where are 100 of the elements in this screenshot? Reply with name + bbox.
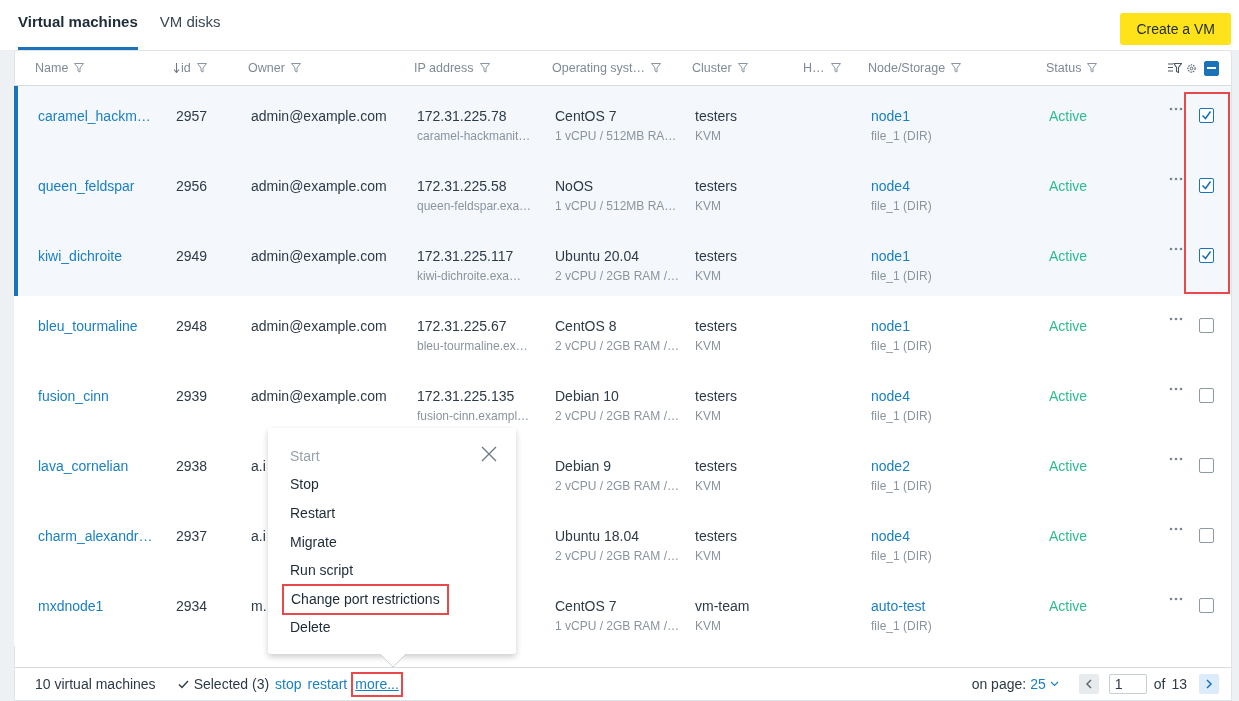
status-text: Active: [1049, 598, 1088, 614]
resources-text: 2 vCPU / 2GB RAM /…: [555, 478, 681, 495]
node-link[interactable]: node4: [871, 176, 910, 197]
page-input[interactable]: 1: [1108, 674, 1147, 694]
resources-text: 1 vCPU / 2GB RAM /…: [555, 618, 681, 635]
menu-item[interactable]: Delete: [290, 617, 331, 639]
owner-email: m.: [251, 598, 267, 614]
previous-page-button[interactable]: [1078, 674, 1099, 694]
column-header[interactable]: Owner: [248, 58, 285, 78]
vm-name-link[interactable]: queen_feldspar: [38, 178, 135, 194]
next-page-button[interactable]: [1199, 674, 1219, 694]
host-name: queen-feldspar.exa…: [417, 198, 533, 215]
storage-text: file_1 (DIR): [871, 618, 933, 635]
row-checkbox[interactable]: [1199, 528, 1214, 543]
per-page-select[interactable]: 25: [1030, 673, 1059, 695]
node-link[interactable]: node4: [871, 526, 910, 547]
table-row[interactable]: queen_feldspar 2956 admin@example.com 172.31.225.58 queen-feldspar.exa… NoOS 1 vCPU / 512MB RA… testers KVM node4 file_1 (DIR) Active: [14, 156, 1231, 226]
more-options-icon[interactable]: [1169, 177, 1183, 181]
column-header[interactable]: Operating syst…: [552, 58, 646, 78]
column-header[interactable]: H…: [803, 58, 825, 78]
filter-icon[interactable]: [737, 63, 748, 73]
more-options-icon[interactable]: [1169, 107, 1183, 111]
vm-name-link[interactable]: mxdnode1: [38, 598, 104, 614]
tab[interactable]: VM disks: [159, 10, 221, 50]
row-checkbox[interactable]: [1199, 248, 1214, 263]
filter-icon[interactable]: [1087, 63, 1098, 73]
vm-name-link[interactable]: kiwi_dichroite: [38, 248, 123, 264]
table-row[interactable]: caramel_hackm… 2957 admin@example.com 172.31.225.78 caramel-hackmanit… CentOS 7 1 vCPU / 512MB RA… testers KVM node1 file_1 (DIR) Active: [14, 86, 1231, 156]
storage-text: file_1 (DIR): [871, 128, 933, 145]
column-header[interactable]: Status: [1046, 58, 1082, 78]
action-link[interactable]: more...: [353, 673, 401, 695]
more-options-icon[interactable]: [1169, 527, 1183, 531]
settings-icon[interactable]: [1186, 62, 1197, 74]
close-icon[interactable]: [481, 446, 497, 462]
filter-icon[interactable]: [74, 63, 85, 73]
more-options-icon[interactable]: [1169, 247, 1183, 251]
vm-id: 2956: [176, 178, 208, 194]
vm-name-link[interactable]: caramel_hackm…: [38, 108, 151, 124]
column-header[interactable]: Name: [35, 58, 69, 78]
cluster-name: vm-team: [695, 597, 751, 616]
row-checkbox[interactable]: [1199, 178, 1214, 193]
row-checkbox[interactable]: [1199, 388, 1214, 403]
vm-name-link[interactable]: lava_cornelian: [38, 458, 129, 474]
resources-text: 2 vCPU / 2GB RAM /…: [555, 408, 681, 425]
create-vm-button[interactable]: Create a VM: [1120, 13, 1231, 45]
filter-list-icon[interactable]: [1168, 63, 1182, 73]
vm-name-link[interactable]: bleu_tourmaline: [38, 318, 138, 334]
chevron-left-icon: [1085, 679, 1093, 689]
owner-email: a.i: [251, 458, 266, 474]
row-checkbox[interactable]: [1199, 318, 1214, 333]
menu-item[interactable]: Restart: [290, 503, 336, 524]
vm-id: 2939: [176, 388, 208, 404]
filter-icon[interactable]: [290, 63, 301, 73]
menu-item[interactable]: Migrate: [290, 531, 337, 553]
virtualization-type: KVM: [695, 618, 722, 635]
virtualization-type: KVM: [695, 268, 722, 285]
node-link[interactable]: node4: [871, 386, 910, 407]
os-name: Debian 10: [555, 387, 620, 406]
action-link[interactable]: restart: [307, 673, 348, 695]
column-header[interactable]: IP address: [414, 58, 474, 78]
resources-text: 2 vCPU / 2GB RAM /…: [555, 548, 681, 565]
table-row[interactable]: kiwi_dichroite 2949 admin@example.com 172.31.225.117 kiwi-dichroite.exa… Ubuntu 20.04 2 vCPU / 2GB RAM /… testers KVM node1 file_1 (DIR) Active: [14, 226, 1231, 296]
sort-arrow-icon[interactable]: [173, 63, 180, 73]
host-name: caramel-hackmanit…: [417, 128, 532, 145]
node-link[interactable]: node1: [871, 106, 910, 127]
filter-icon[interactable]: [196, 63, 207, 73]
os-name: NoOS: [555, 177, 595, 196]
virtualization-type: KVM: [695, 408, 722, 425]
column-header[interactable]: Cluster: [692, 58, 732, 78]
row-checkbox[interactable]: [1199, 458, 1214, 473]
selected-count: Selected (3): [193, 674, 270, 694]
column-header[interactable]: Node/Storage: [868, 58, 946, 78]
column-header[interactable]: id: [181, 58, 191, 78]
more-options-icon[interactable]: [1169, 387, 1183, 391]
action-link[interactable]: stop: [275, 673, 302, 695]
vm-name-link[interactable]: fusion_cinn: [38, 388, 109, 404]
row-checkbox[interactable]: [1199, 108, 1214, 123]
cluster-name: testers: [695, 107, 738, 126]
filter-icon[interactable]: [479, 63, 490, 73]
node-link[interactable]: node2: [871, 456, 910, 477]
node-link[interactable]: node1: [871, 246, 910, 267]
row-checkbox[interactable]: [1199, 598, 1214, 613]
storage-text: file_1 (DIR): [871, 478, 933, 495]
cluster-name: testers: [695, 247, 738, 266]
filter-icon[interactable]: [951, 63, 962, 73]
per-page-label: on page:: [971, 674, 1027, 694]
menu-item[interactable]: Change port restrictions: [282, 583, 449, 615]
node-link[interactable]: node1: [871, 316, 910, 337]
filter-icon[interactable]: [651, 63, 662, 73]
virtualization-type: KVM: [695, 198, 722, 215]
menu-item[interactable]: Stop: [290, 474, 319, 496]
node-link[interactable]: auto-test: [871, 596, 926, 617]
resources-text: 1 vCPU / 512MB RA…: [555, 128, 678, 145]
more-options-icon[interactable]: [1169, 597, 1183, 601]
ip-address: 172.31.225.78: [417, 107, 508, 126]
select-all-checkbox[interactable]: [1204, 60, 1219, 76]
filter-icon[interactable]: [830, 63, 841, 73]
vm-name-link[interactable]: charm_alexandr…: [38, 528, 153, 544]
more-options-icon[interactable]: [1169, 317, 1183, 321]
more-options-icon[interactable]: [1169, 457, 1183, 461]
